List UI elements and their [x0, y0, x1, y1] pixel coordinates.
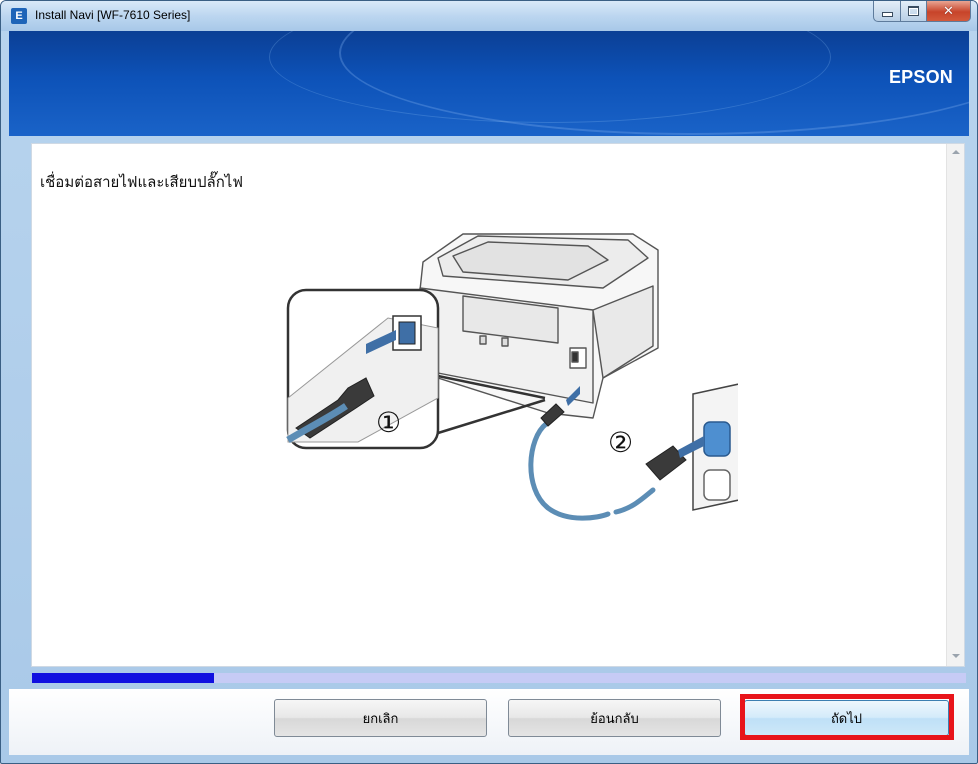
printer-icon	[412, 233, 659, 419]
step-one-marker: ①	[376, 406, 401, 439]
header-banner: EPSON	[9, 31, 969, 136]
window-controls: ✕	[873, 1, 971, 22]
maximize-button[interactable]	[901, 1, 927, 22]
progress-fill	[32, 673, 215, 683]
cancel-button[interactable]: ยกเลิก	[274, 699, 487, 737]
step-two-marker: ②	[608, 426, 633, 459]
footer-bar: ยกเลิก ย้อนกลับ ถัดไป	[9, 689, 969, 755]
power-connection-illustration: ① ②	[286, 233, 738, 521]
title-bar[interactable]: E Install Navi [WF-7610 Series] ✕	[1, 1, 977, 31]
next-button[interactable]: ถัดไป	[744, 700, 949, 736]
power-cable	[528, 421, 656, 521]
instruction-text: เชื่อมต่อสายไฟและเสียบปลั๊กไฟ	[40, 173, 243, 191]
progress-bar	[32, 673, 966, 683]
scroll-up-icon[interactable]	[952, 150, 960, 154]
content-panel: เชื่อมต่อสายไฟและเสียบปลั๊กไฟ ① ②	[31, 143, 965, 667]
vertical-scrollbar[interactable]	[946, 144, 964, 666]
installer-window: E Install Navi [WF-7610 Series] ✕ EPSON …	[0, 0, 978, 764]
scroll-down-icon[interactable]	[952, 654, 960, 658]
app-icon: E	[11, 8, 27, 24]
minimize-icon	[881, 11, 893, 17]
back-button[interactable]: ย้อนกลับ	[508, 699, 721, 737]
maximize-icon	[908, 6, 919, 16]
minimize-button[interactable]	[873, 1, 901, 22]
epson-logo: EPSON	[888, 67, 953, 87]
close-icon: ✕	[943, 3, 954, 19]
close-button[interactable]: ✕	[927, 1, 971, 22]
window-title: Install Navi [WF-7610 Series]	[35, 8, 191, 22]
